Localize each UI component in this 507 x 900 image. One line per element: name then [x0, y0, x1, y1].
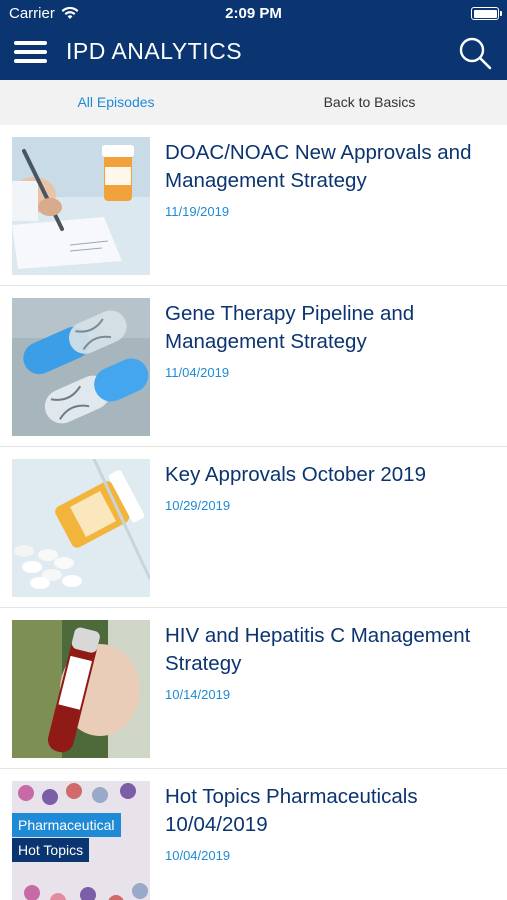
episode-title: Key Approvals October 2019 [165, 463, 426, 486]
episode-date: 10/14/2019 [165, 687, 231, 702]
episode-thumbnail: Pharmaceutical Hot Topics [12, 781, 150, 900]
episode-item[interactable]: HIV and Hepatitis C Management Strategy … [0, 608, 507, 769]
episode-date: 11/04/2019 [165, 365, 230, 380]
episode-title: HIV and Hepatitis C Management Strategy [165, 624, 471, 675]
app-title: IPD ANALYTICS [66, 38, 243, 64]
episode-title: DOAC/NOAC New Approvals and Management S… [165, 141, 472, 192]
status-bar: Carrier 2:09 PM [0, 0, 507, 28]
episode-thumbnail [12, 620, 150, 758]
navigation-bar: Carrier 2:09 PM IPD ANALYTICS [0, 0, 507, 80]
episode-date: 10/29/2019 [165, 498, 231, 513]
tab-all-episodes[interactable]: All Episodes [0, 80, 232, 125]
episode-thumbnail [12, 459, 150, 597]
app-screen: Carrier 2:09 PM IPD ANALYTICS All Episod… [0, 0, 507, 900]
hamburger-menu-icon[interactable] [14, 39, 48, 67]
episode-list: DOAC/NOAC New Approvals and Management S… [0, 125, 507, 900]
tab-back-to-basics[interactable]: Back to Basics [232, 80, 507, 125]
episode-date: 11/19/2019 [165, 204, 230, 219]
episode-title: Hot Topics Pharmaceuticals 10/04/2019 [165, 785, 418, 836]
episode-item[interactable]: Key Approvals October 2019 10/29/2019 [0, 447, 507, 608]
episode-item[interactable]: Pharmaceutical Hot Topics Hot Topics Pha… [0, 769, 507, 900]
episode-filter-tabs: All Episodes Back to Basics [0, 80, 507, 126]
episode-thumbnail [12, 137, 150, 275]
episode-title: Gene Therapy Pipeline and Management Str… [165, 302, 415, 353]
clock: 2:09 PM [225, 5, 282, 22]
search-icon[interactable] [457, 35, 493, 71]
thumbnail-caption-line-1: Pharmaceutical [12, 813, 121, 837]
battery-icon [471, 7, 502, 20]
episode-thumbnail [12, 298, 150, 436]
episode-date: 10/04/2019 [165, 848, 231, 863]
episode-item[interactable]: DOAC/NOAC New Approvals and Management S… [0, 125, 507, 286]
episode-item[interactable]: Gene Therapy Pipeline and Management Str… [0, 286, 507, 447]
thumbnail-caption-line-2: Hot Topics [12, 838, 90, 862]
